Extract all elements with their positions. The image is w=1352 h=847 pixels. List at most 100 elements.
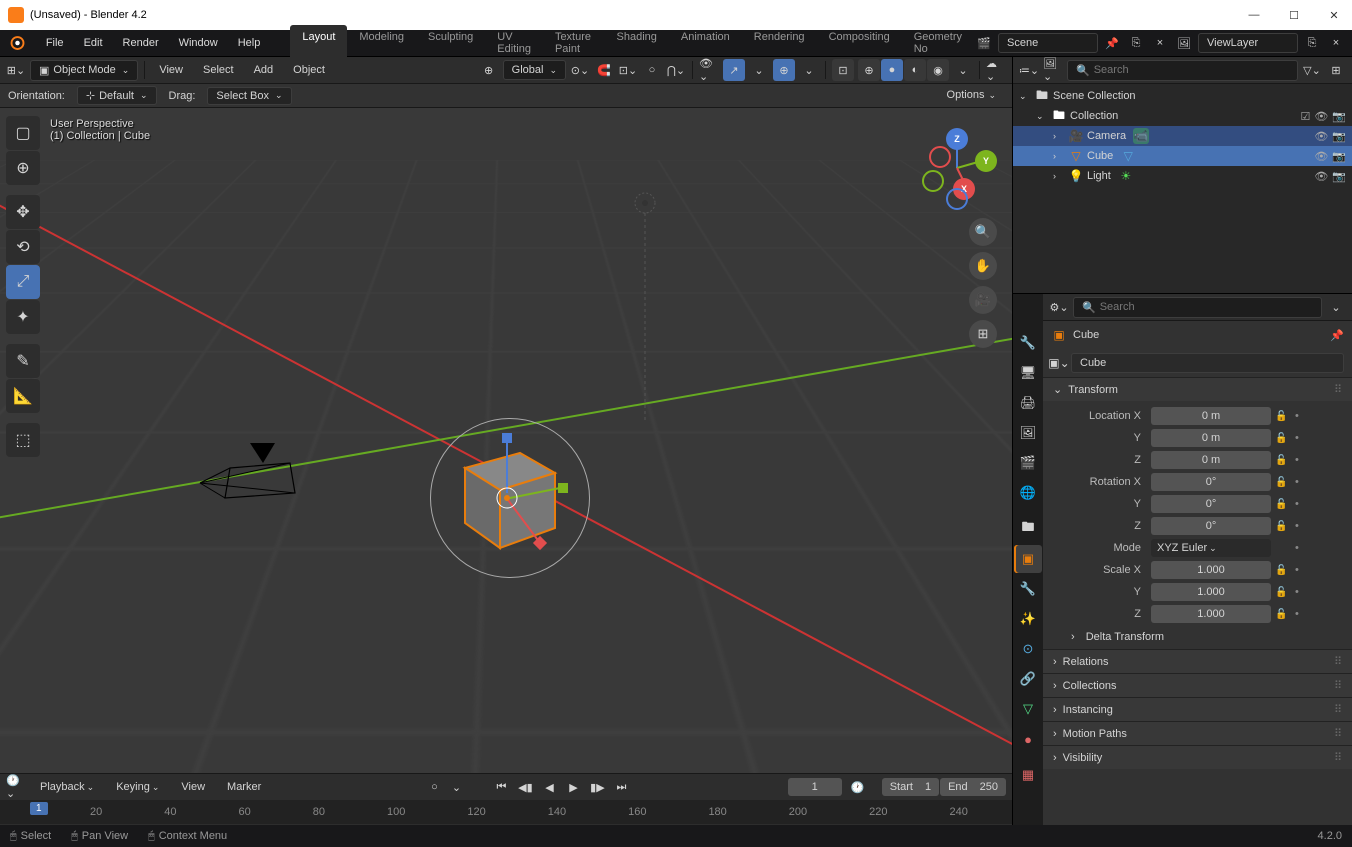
- lock-icon[interactable]: 🔓: [1275, 433, 1291, 444]
- lock-icon[interactable]: 🔓: [1275, 587, 1291, 598]
- lock-icon[interactable]: 🔓: [1275, 521, 1291, 532]
- shading-solid-icon[interactable]: ●: [881, 59, 903, 81]
- show-gizmo-icon[interactable]: ↗: [723, 59, 745, 81]
- eye-icon[interactable]: 👁: [1314, 170, 1328, 183]
- animate-dot-icon[interactable]: •: [1295, 432, 1303, 444]
- preview-range-icon[interactable]: 🕐: [848, 777, 868, 797]
- scene-name-field[interactable]: Scene: [998, 33, 1098, 53]
- playhead[interactable]: 1: [30, 802, 48, 815]
- tab-shading[interactable]: Shading: [605, 25, 669, 61]
- tab-geometry-nodes[interactable]: Geometry No: [902, 25, 974, 61]
- options-dropdown[interactable]: Options: [939, 86, 1004, 104]
- timeline-keying[interactable]: Keying: [108, 778, 167, 796]
- timeline-marker[interactable]: Marker: [219, 778, 269, 796]
- close-button[interactable]: ✕: [1324, 9, 1344, 22]
- jump-end-icon[interactable]: ⏭: [610, 777, 632, 797]
- nav-neg-z-axis[interactable]: [946, 188, 968, 210]
- cube-object[interactable]: [450, 428, 570, 558]
- maximize-button[interactable]: ☐: [1284, 9, 1304, 22]
- 3d-viewport[interactable]: User Perspective (1) Collection | Cube ▢…: [0, 108, 1012, 773]
- lock-icon[interactable]: 🔓: [1275, 477, 1291, 488]
- rotate-tool[interactable]: ⟲: [6, 230, 40, 264]
- animate-dot-icon[interactable]: •: [1295, 542, 1303, 554]
- tree-scene-collection[interactable]: ⌄ 🖿 Scene Collection: [1013, 86, 1352, 106]
- delete-scene-icon[interactable]: ×: [1150, 33, 1170, 53]
- animate-dot-icon[interactable]: •: [1295, 564, 1303, 576]
- scale-x-input[interactable]: 1.000: [1151, 561, 1271, 579]
- scale-y-input[interactable]: 1.000: [1151, 583, 1271, 601]
- pan-icon[interactable]: ✋: [969, 252, 997, 280]
- rotation-mode-dropdown[interactable]: XYZ Euler: [1151, 539, 1271, 557]
- play-reverse-icon[interactable]: ◀: [538, 777, 560, 797]
- object-name-input[interactable]: Cube: [1071, 353, 1344, 373]
- header-add[interactable]: Add: [246, 61, 282, 79]
- location-x-input[interactable]: 0 m: [1151, 407, 1271, 425]
- header-object[interactable]: Object: [285, 61, 333, 79]
- nav-neg-x-axis[interactable]: [929, 146, 951, 168]
- filter-icon[interactable]: ▽⌄: [1302, 60, 1322, 80]
- cursor-tool[interactable]: ⊕: [6, 151, 40, 185]
- xray-toggle-icon[interactable]: ⊡: [832, 59, 854, 81]
- expand-icon[interactable]: ›: [1053, 151, 1065, 161]
- tab-compositing[interactable]: Compositing: [817, 25, 902, 61]
- tree-item-camera[interactable]: › 🎥 Camera 📹 👁📷: [1013, 126, 1352, 146]
- nav-neg-y-axis[interactable]: [922, 170, 944, 192]
- tab-uv-editing[interactable]: UV Editing: [485, 25, 543, 61]
- nav-z-axis[interactable]: Z: [946, 128, 968, 150]
- tree-item-cube[interactable]: › ▽ Cube ▽ 👁📷: [1013, 146, 1352, 166]
- collapse-icon[interactable]: ⌄: [1036, 111, 1048, 122]
- navigation-gizmo[interactable]: Z Y X: [917, 128, 997, 208]
- lock-icon[interactable]: 🔓: [1275, 455, 1291, 466]
- viewlayer-name-field[interactable]: ViewLayer: [1198, 33, 1298, 53]
- proportional-falloff-icon[interactable]: ⋂⌄: [666, 60, 686, 80]
- camera-icon[interactable]: 📷: [1332, 130, 1346, 143]
- eye-icon[interactable]: 👁: [1314, 110, 1328, 123]
- scale-z-input[interactable]: 1.000: [1151, 605, 1271, 623]
- pivot-point-icon[interactable]: ⊙⌄: [570, 60, 590, 80]
- scale-tool[interactable]: ⤢: [6, 265, 40, 299]
- lock-icon[interactable]: 🔓: [1275, 499, 1291, 510]
- expand-icon[interactable]: ›: [1071, 631, 1075, 643]
- collections-panel-header[interactable]: ›Collections⠿: [1043, 674, 1352, 697]
- prop-tab-particles[interactable]: ✨: [1014, 605, 1042, 633]
- location-y-input[interactable]: 0 m: [1151, 429, 1271, 447]
- delta-transform-header[interactable]: Delta Transform: [1086, 631, 1164, 643]
- lock-icon[interactable]: 🔓: [1275, 609, 1291, 620]
- snap-icon[interactable]: 🧲: [594, 60, 614, 80]
- expand-icon[interactable]: ›: [1053, 171, 1065, 181]
- auto-keying-icon[interactable]: ○: [424, 777, 444, 797]
- keyframe-prev-icon[interactable]: ◀▮: [514, 777, 536, 797]
- new-collection-icon[interactable]: ⊞: [1326, 60, 1346, 80]
- lock-icon[interactable]: 🔓: [1275, 411, 1291, 422]
- timeline-track[interactable]: 1 20406080100120140160180200220240: [0, 800, 1012, 824]
- collapse-icon[interactable]: ⌄: [1019, 91, 1031, 102]
- delete-viewlayer-icon[interactable]: ×: [1326, 33, 1346, 53]
- visibility-panel-header[interactable]: ›Visibility⠿: [1043, 746, 1352, 769]
- prop-tab-material[interactable]: ●: [1014, 725, 1042, 753]
- measure-tool[interactable]: 📐: [6, 379, 40, 413]
- properties-search-input[interactable]: 🔍 Search: [1073, 297, 1322, 318]
- add-cube-tool[interactable]: ⬚: [6, 423, 40, 457]
- eye-icon[interactable]: 👁: [1314, 150, 1328, 163]
- prop-tab-texture[interactable]: ▦: [1014, 761, 1042, 789]
- outliner-search-input[interactable]: 🔍 Search: [1067, 60, 1298, 81]
- animate-dot-icon[interactable]: •: [1295, 586, 1303, 598]
- animate-dot-icon[interactable]: •: [1295, 410, 1303, 422]
- prop-tab-physics[interactable]: ⊙: [1014, 635, 1042, 663]
- object-visibility-icon[interactable]: 👁⌄: [699, 60, 719, 80]
- rotation-z-input[interactable]: 0°: [1151, 517, 1271, 535]
- instancing-panel-header[interactable]: ›Instancing⠿: [1043, 698, 1352, 721]
- light-object[interactable]: [625, 183, 665, 433]
- eye-icon[interactable]: 👁: [1314, 130, 1328, 143]
- properties-options-icon[interactable]: ⌄: [1326, 297, 1346, 317]
- perspective-toggle-icon[interactable]: ⊞: [969, 320, 997, 348]
- animate-dot-icon[interactable]: •: [1295, 454, 1303, 466]
- transform-panel-header[interactable]: ⌄ Transform ⠿: [1043, 378, 1352, 401]
- keyframe-next-icon[interactable]: ▮▶: [586, 777, 608, 797]
- jump-start-icon[interactable]: ⏮: [490, 777, 512, 797]
- properties-editor-type-icon[interactable]: ⚙⌄: [1049, 297, 1069, 317]
- prop-tab-object[interactable]: ▣: [1014, 545, 1042, 573]
- camera-icon[interactable]: 📷: [1332, 150, 1346, 163]
- rotation-x-input[interactable]: 0°: [1151, 473, 1271, 491]
- shading-options-icon[interactable]: ⌄: [953, 60, 973, 80]
